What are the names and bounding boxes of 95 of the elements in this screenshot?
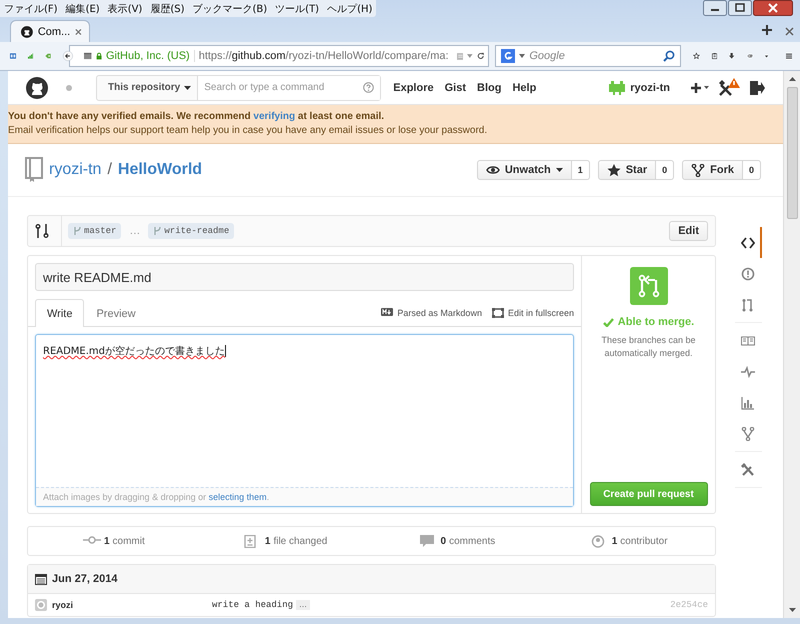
markdown-icon [381, 308, 394, 318]
merge-status: Able to merge. [618, 316, 694, 328]
stat-link[interactable]: 1 contributor [543, 527, 715, 555]
compare-icon[interactable] [35, 224, 49, 238]
close-icon[interactable] [75, 28, 82, 36]
issues-icon [740, 266, 754, 280]
banner-detail: Email verification helps our support team help you in case you have any email issues or lose your password. [8, 124, 488, 138]
attach-hint: Attach images by dragging & dropping or selecting them. [36, 487, 573, 506]
banner-message: You don't have any verified emails. We recommend verifying at least one email. [8, 110, 386, 124]
scroll-thumb[interactable] [786, 87, 798, 219]
lock-icon [96, 50, 102, 62]
scrollbar[interactable] [783, 71, 800, 618]
action-count[interactable]: 0 [656, 160, 674, 180]
calendar-icon [35, 573, 47, 585]
commit-date: Jun 27, 2014 [52, 573, 118, 585]
nav-link[interactable]: Explore [393, 82, 434, 94]
nav-link[interactable]: Help [512, 82, 536, 94]
fullscreen-icon [492, 308, 504, 318]
scroll-down-icon[interactable] [788, 608, 796, 612]
pull-request-icon [740, 298, 754, 312]
wiki-icon [740, 334, 754, 348]
select-files-link[interactable]: selecting them [208, 492, 267, 502]
avatar-icon [609, 80, 626, 94]
repo-action-button[interactable]: Unwatch [476, 160, 572, 180]
menu-item[interactable]: 編集(E) [66, 2, 100, 16]
head-branch[interactable]: write-readme [148, 223, 234, 239]
base-branch[interactable]: master [68, 223, 122, 239]
user-link[interactable]: ryozi-tn [609, 80, 670, 94]
create-new-icon[interactable] [691, 82, 709, 94]
graph-icon [740, 396, 754, 410]
owner-link[interactable]: ryozi-tn [49, 161, 102, 179]
menu-item[interactable]: 履歴(S) [150, 2, 184, 16]
tab-title: Com... [38, 26, 70, 38]
code-icon [740, 236, 754, 250]
repo-link[interactable]: HelloWorld [118, 161, 202, 179]
comment-field[interactable]: README.mdが空だったので書きました Attach images by dragging & dropping or selecting them. [35, 334, 574, 507]
repo-book-icon [25, 157, 43, 183]
menu-item[interactable]: ファイル(F) [4, 2, 58, 16]
repo-action-button[interactable]: Fork [682, 160, 743, 180]
stat-link[interactable]: 1 file changed [200, 527, 372, 555]
search-engine-icon [501, 49, 516, 63]
new-tab-icon[interactable] [761, 24, 773, 36]
action-count[interactable]: 1 [572, 160, 590, 180]
reader-icon [456, 50, 464, 62]
repo-action-button[interactable]: Star [598, 160, 656, 180]
close-icon[interactable] [753, 0, 793, 16]
caret-icon [556, 168, 563, 172]
nav-link[interactable]: Blog [477, 82, 502, 94]
path-separator: / [107, 161, 112, 179]
star-icon [606, 164, 621, 176]
status-dot-icon [66, 84, 72, 90]
avatar-icon [35, 599, 47, 611]
menu-item[interactable]: ブックマーク(B) [192, 2, 268, 16]
nav-link[interactable]: Gist [444, 82, 466, 94]
editor-tab[interactable]: Preview [84, 299, 148, 327]
site-identity: GitHub, Inc. (US) [106, 50, 195, 62]
fork-icon [691, 164, 706, 176]
menu-item[interactable]: ヘルプ(H) [327, 2, 372, 16]
dropdown-icon[interactable] [519, 54, 526, 58]
merge-note: These branches can be automatically merged. [600, 334, 697, 360]
eye-icon [486, 164, 500, 176]
close-icon[interactable] [785, 27, 794, 36]
settings-icon [740, 462, 754, 476]
commit-author[interactable]: ryozi [52, 600, 207, 610]
branch-icon [153, 226, 162, 236]
editor-tab[interactable]: Write [35, 299, 84, 327]
network-icon [740, 426, 754, 440]
url-text: https://github.com/ryozi-tn/HelloWorld/compare/ma: [198, 50, 449, 62]
check-icon [602, 318, 614, 326]
stat-link[interactable]: 0 comments [372, 527, 544, 555]
browser-tab[interactable]: Com... [10, 20, 90, 42]
reload-icon[interactable] [476, 50, 484, 62]
pull-request-icon [630, 267, 668, 305]
stat-link[interactable]: 1 commit [28, 527, 200, 555]
pulse-icon [740, 364, 754, 378]
edit-button[interactable]: Edit [669, 221, 708, 241]
sign-out-icon[interactable] [749, 80, 765, 96]
editor-hint-link[interactable]: Parsed as Markdown [381, 308, 482, 318]
address-field[interactable]: GitHub, Inc. (US) https://github.com/ryozi-tn/HelloWorld/compare/ma: [69, 45, 490, 67]
action-count[interactable]: 0 [742, 160, 761, 180]
search-icon[interactable] [663, 50, 676, 62]
settings-alert-icon[interactable] [718, 78, 740, 98]
range-separator: … [129, 225, 140, 237]
scroll-up-icon[interactable] [788, 77, 796, 81]
title-field[interactable]: write README.md [35, 263, 574, 291]
menu-item[interactable]: ツール(T) [275, 2, 320, 16]
branch-icon [73, 226, 81, 236]
search-field[interactable]: Google [495, 45, 682, 67]
menu-item[interactable]: 表示(V) [108, 2, 142, 16]
page-icon [84, 51, 92, 61]
editor-hint-link[interactable]: Edit in fullscreen [492, 308, 574, 318]
maximize-icon[interactable] [728, 0, 752, 16]
minimize-icon[interactable] [703, 0, 727, 16]
commit-message[interactable]: write a heading [212, 600, 294, 610]
expand-button[interactable]: … [296, 600, 310, 610]
